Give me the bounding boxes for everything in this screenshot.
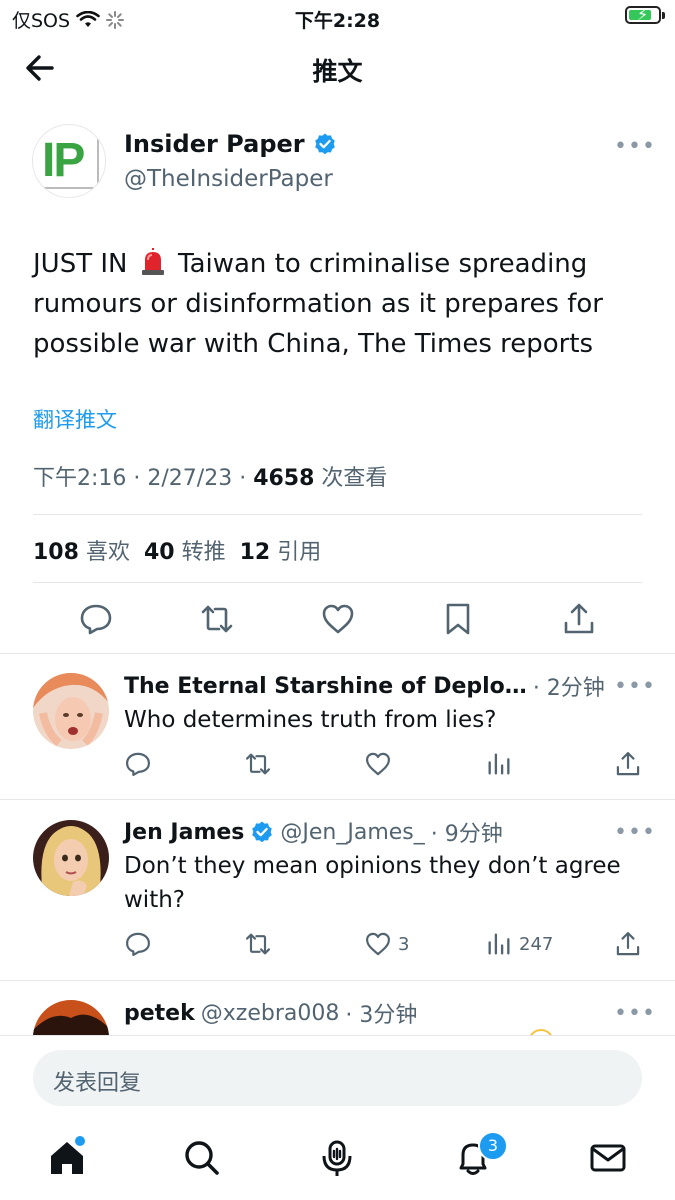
reply-author-handle: @xzebra008	[200, 1000, 340, 1026]
reply-time: · 2分钟	[532, 676, 605, 701]
nav-messages[interactable]	[588, 1138, 628, 1178]
reply-author-row[interactable]: Jen James @Jen_James_ · 9分钟	[124, 816, 503, 848]
tweet-time: 下午2:16	[33, 466, 127, 491]
tweet-date: 2/27/23	[147, 466, 233, 491]
tweet-meta: 下午2:16 · 2/27/23 · 4658 次查看	[33, 466, 388, 491]
share-icon[interactable]	[561, 601, 597, 637]
verified-badge-icon	[252, 821, 273, 843]
author-name: Insider Paper	[124, 130, 305, 158]
reply-author-name: The Eternal Starshine of Deplo…	[124, 673, 527, 699]
nav-notifications[interactable]: 3	[453, 1131, 508, 1178]
like-heart-icon[interactable]	[364, 750, 392, 778]
reply-author-name: Jen James	[124, 819, 245, 845]
reply-text: Don’t they mean opinions they don’t agre…	[124, 853, 621, 913]
mail-icon	[590, 1144, 626, 1172]
reply-icon[interactable]	[78, 601, 114, 637]
quotes-label: 引用	[277, 540, 322, 565]
reply-avatar[interactable]	[33, 673, 109, 749]
more-options-icon[interactable]: •••	[614, 134, 656, 159]
verified-badge-icon	[314, 133, 335, 155]
translate-link[interactable]: 翻译推文	[33, 404, 117, 434]
divider	[33, 582, 642, 583]
retweets-label: 转推	[181, 540, 226, 565]
reply-icon[interactable]	[124, 750, 152, 778]
share-icon[interactable]	[614, 930, 642, 958]
tweet-stats: 108 喜欢 40 转推 12 引用	[33, 534, 321, 566]
views-label: 次查看	[321, 466, 388, 491]
reply-icon[interactable]	[124, 930, 152, 958]
retweets-stat[interactable]: 40 转推	[144, 534, 226, 566]
reply-avatar[interactable]	[33, 820, 109, 896]
views-analytics-icon[interactable]	[485, 930, 513, 958]
divider	[33, 514, 642, 515]
status-time: 下午2:28	[294, 10, 381, 32]
retweets-count: 40	[143, 540, 175, 565]
reply-author-row[interactable]: petek @xzebra008 · 3分钟	[124, 997, 417, 1029]
views-analytics-icon[interactable]	[485, 750, 513, 778]
quotes-count: 12	[239, 540, 271, 565]
notifications-badge: 3	[478, 1131, 508, 1161]
author-handle[interactable]: @TheInsiderPaper	[124, 166, 333, 192]
likes-count: 108	[33, 540, 79, 565]
spaces-microphone-icon	[322, 1140, 352, 1176]
like-heart-icon[interactable]	[364, 930, 392, 958]
reply-author-row[interactable]: The Eternal Starshine of Deplo… · 2分钟	[124, 670, 605, 702]
bookmark-icon[interactable]	[440, 601, 476, 637]
reply-text: Who determines truth from lies?	[124, 707, 497, 733]
page-title: 推文	[312, 57, 363, 86]
reply-time: · 3分钟	[345, 1003, 418, 1028]
author-name-row[interactable]: Insider Paper	[124, 130, 337, 158]
retweet-icon[interactable]	[199, 601, 235, 637]
retweet-icon[interactable]	[244, 750, 272, 778]
reply-time: · 9分钟	[430, 822, 503, 847]
reply-view-count: 247	[519, 934, 554, 955]
share-icon[interactable]	[614, 750, 642, 778]
more-options-icon[interactable]: •••	[614, 674, 656, 699]
nav-spaces[interactable]	[317, 1138, 357, 1178]
reply-input-placeholder: 发表回复	[53, 1071, 142, 1096]
reply-avatar[interactable]	[33, 1000, 109, 1035]
more-options-icon[interactable]: •••	[614, 1001, 656, 1026]
author-avatar[interactable]: IP	[32, 124, 106, 198]
like-heart-icon[interactable]	[320, 601, 356, 637]
views-count: 4658	[253, 466, 315, 491]
divider	[0, 653, 675, 654]
divider	[0, 1035, 675, 1036]
nav-home[interactable]	[47, 1136, 87, 1178]
reply-like-count: 3	[398, 934, 410, 955]
tweet-text-prefix: JUST IN	[33, 249, 128, 279]
divider	[0, 799, 675, 800]
police-siren-icon	[141, 248, 164, 275]
retweet-icon[interactable]	[244, 930, 272, 958]
reply-author-name: petek	[124, 1000, 195, 1026]
home-unread-dot	[75, 1136, 85, 1146]
nav-search[interactable]	[182, 1138, 222, 1178]
likes-stat[interactable]: 108 喜欢	[33, 534, 130, 566]
battery-icon: ⚡	[625, 5, 665, 24]
more-options-icon[interactable]: •••	[614, 820, 656, 845]
reply-author-handle: @Jen_James_	[280, 819, 425, 845]
reply-input[interactable]: 发表回复	[33, 1050, 642, 1106]
tweet-text: JUST IN Taiwan to criminalise spreading …	[33, 244, 643, 364]
quotes-stat[interactable]: 12 引用	[240, 534, 322, 566]
reply-partial: petek @xzebra008 · 3分钟 •••	[0, 981, 675, 1035]
avatar-logo-text: IP	[42, 134, 85, 187]
likes-label: 喜欢	[85, 540, 130, 565]
search-icon	[185, 1141, 219, 1175]
